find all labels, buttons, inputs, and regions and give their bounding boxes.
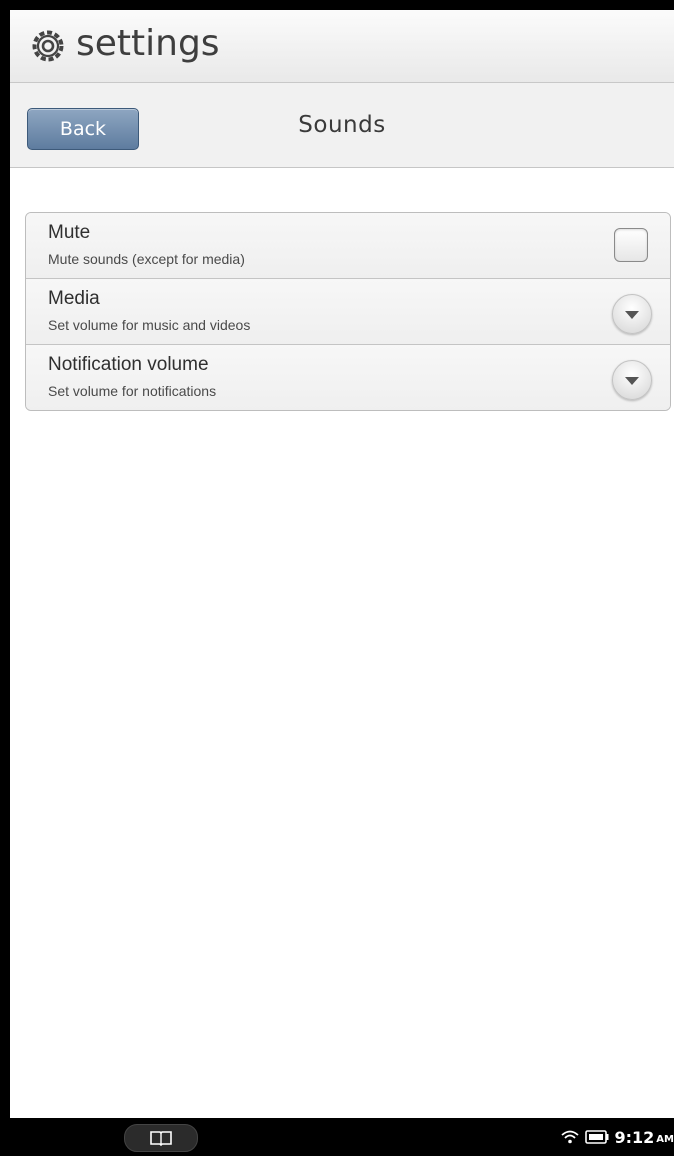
- clock: 9:12: [614, 1127, 655, 1147]
- status-bar: 9:12 AM: [10, 1118, 674, 1156]
- status-indicators: 9:12 AM: [560, 1118, 674, 1156]
- book-icon: [150, 1131, 172, 1146]
- setting-title: Mute: [48, 222, 91, 243]
- setting-item-notification-volume[interactable]: Notification volume Set volume for notif…: [26, 345, 670, 410]
- clock-ampm: AM: [656, 1133, 674, 1145]
- navigation-bar: Back Sounds: [10, 83, 674, 168]
- screen: settings Back Sounds Mute Mute sounds (e…: [10, 10, 674, 1118]
- setting-item-media[interactable]: Media Set volume for music and videos: [26, 279, 670, 345]
- settings-list: Mute Mute sounds (except for media) Medi…: [25, 212, 671, 411]
- setting-title: Notification volume: [48, 354, 209, 375]
- setting-description: Set volume for music and videos: [48, 317, 251, 333]
- wifi-icon: [560, 1130, 579, 1144]
- back-button[interactable]: Back: [27, 108, 139, 150]
- setting-title: Media: [48, 288, 100, 309]
- mute-checkbox[interactable]: [614, 228, 648, 262]
- battery-icon: [584, 1130, 608, 1144]
- app-header: settings: [10, 10, 674, 83]
- gear-icon: [32, 30, 64, 62]
- app-title: settings: [76, 23, 220, 64]
- library-button[interactable]: [124, 1124, 198, 1152]
- setting-description: Mute sounds (except for media): [48, 251, 245, 267]
- chevron-down-icon[interactable]: [612, 294, 652, 334]
- chevron-down-icon[interactable]: [612, 360, 652, 400]
- setting-item-mute[interactable]: Mute Mute sounds (except for media): [26, 213, 670, 279]
- setting-description: Set volume for notifications: [48, 383, 217, 399]
